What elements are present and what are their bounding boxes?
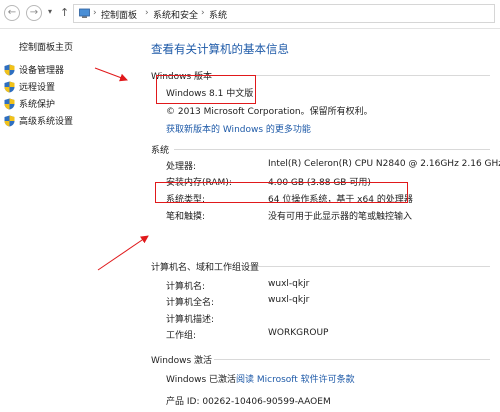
annotation-arrow-edition (94, 67, 128, 82)
annotation-arrows (94, 67, 149, 271)
annotation-arrow-system-type (97, 235, 149, 271)
